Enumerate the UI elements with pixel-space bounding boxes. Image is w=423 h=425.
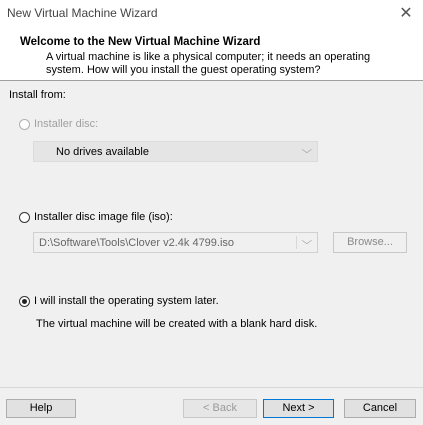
iso-path-value: D:\Software\Tools\Clover v2.4k 4799.iso (39, 237, 235, 249)
page-title: Welcome to the New Virtual Machine Wizar… (20, 36, 261, 48)
chevron-down-icon: ⌵ (301, 145, 313, 156)
wizard-header: Welcome to the New Virtual Machine Wizar… (0, 26, 423, 81)
install-later-description: The virtual machine will be created with… (36, 318, 318, 330)
install-later-label: I will install the operating system late… (34, 295, 219, 307)
install-later-radio[interactable] (19, 296, 30, 307)
combo-separator (296, 236, 297, 249)
next-button[interactable]: Next > (263, 399, 334, 418)
help-button[interactable]: Help (6, 399, 76, 418)
installer-disc-radio[interactable] (19, 119, 30, 130)
iso-path-combobox[interactable]: D:\Software\Tools\Clover v2.4k 4799.iso … (33, 232, 318, 253)
browse-button[interactable]: Browse... (333, 232, 407, 253)
footer-divider (0, 387, 423, 388)
back-button[interactable]: < Back (183, 399, 257, 418)
installer-disc-label: Installer disc: (34, 118, 99, 130)
page-description: A virtual machine is like a physical com… (46, 51, 371, 76)
chevron-down-icon[interactable]: ⌵ (302, 236, 313, 247)
iso-radio[interactable] (19, 212, 30, 223)
window-title: New Virtual Machine Wizard (7, 6, 158, 20)
install-from-label: Install from: (9, 89, 66, 101)
radio-selected-dot (22, 299, 27, 304)
close-icon[interactable]: ✕ (395, 3, 417, 23)
installer-disc-dropdown-value: No drives available (56, 146, 149, 158)
iso-label: Installer disc image file (iso): (34, 211, 173, 223)
installer-disc-dropdown[interactable]: No drives available ⌵ (33, 141, 318, 162)
cancel-button[interactable]: Cancel (344, 399, 416, 418)
title-bar: New Virtual Machine Wizard ✕ (0, 0, 423, 26)
